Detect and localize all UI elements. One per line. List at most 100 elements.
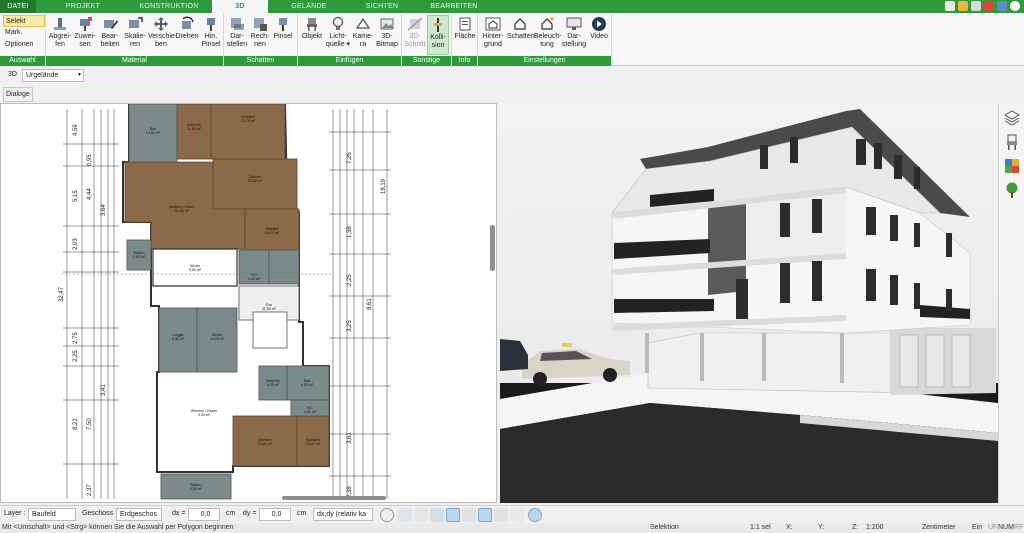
tab-gelaende[interactable]: GELÄNDE — [270, 0, 348, 13]
dim-1-38: 1,38 — [347, 226, 353, 238]
plane-icon[interactable] — [478, 508, 492, 522]
brush-icon — [76, 16, 94, 32]
3d-view[interactable] — [500, 103, 998, 503]
save-icon[interactable] — [971, 1, 981, 11]
video-button[interactable]: Video — [588, 15, 610, 55]
pin-icon[interactable] — [548, 508, 562, 522]
view-icon[interactable] — [997, 1, 1007, 11]
drehen-button[interactable]: Drehen — [175, 15, 199, 55]
plan-horizontal-scrollbar[interactable] — [282, 496, 386, 500]
right-dimension-lines — [332, 109, 388, 499]
tab-datei[interactable]: DATEI — [0, 0, 36, 13]
status-selektion: Selektion — [650, 524, 679, 531]
mode-label: 3D — [8, 71, 17, 78]
dy-input[interactable]: 0,0 — [259, 508, 291, 521]
plan-vertical-scrollbar[interactable] — [490, 225, 495, 271]
layer-select[interactable]: Baufeld — [28, 508, 76, 521]
darstellung-button[interactable]: Dar- stellung — [561, 15, 587, 55]
help-icon[interactable] — [1010, 1, 1020, 11]
undo-icon[interactable] — [958, 1, 968, 11]
svg-text:6,36 m²: 6,36 m² — [172, 337, 185, 341]
kamera-button[interactable]: Kame- ra — [352, 15, 374, 55]
move-icon — [152, 16, 170, 32]
tab-bearbeiten[interactable]: BEARBEITEN — [416, 0, 492, 13]
clock-icon[interactable] — [380, 508, 394, 522]
hin-pinsel-button[interactable]: Hin. Pinsel — [200, 15, 222, 55]
terrain-select[interactable]: Urgelände ▾ — [22, 69, 84, 82]
play-icon — [590, 16, 608, 32]
bitmap-icon — [378, 16, 396, 32]
verschieben-button[interactable]: Verschie- ben — [148, 15, 177, 55]
folder-icon[interactable] — [494, 508, 508, 522]
dim-4-59: 4,59 — [73, 124, 79, 136]
mark-button[interactable]: Mark. — [3, 27, 45, 39]
display-icon[interactable] — [398, 508, 412, 522]
dim-8-22: 8,22 — [73, 418, 79, 430]
schatten-pinsel-button[interactable]: Pinsel — [272, 15, 294, 55]
house-shadow-icon — [511, 16, 529, 32]
tab-konstruktion[interactable]: KONSTRUKTION — [126, 0, 212, 13]
geschoss-select[interactable]: Erdgeschos — [116, 508, 162, 521]
tab-3d[interactable]: 3D — [212, 0, 268, 13]
grid-icon[interactable] — [510, 508, 524, 522]
scale-icon — [126, 16, 144, 32]
zuweisen-button[interactable]: Zuwei- sen — [73, 15, 97, 55]
ribbon: Selekt Mark. Optionen Auswahl Abgrei- fe… — [0, 13, 1024, 66]
coordinate-mode-select[interactable]: dx,dy (relativ ka — [313, 508, 373, 521]
chair-catalog-icon[interactable] — [1003, 133, 1021, 151]
status-rf: RF — [1014, 524, 1024, 531]
tab-sichten[interactable]: SICHTEN — [348, 0, 416, 13]
lichtquelle-button[interactable]: Licht- quelle ▾ — [325, 15, 351, 55]
selekt-button[interactable]: Selekt — [3, 15, 45, 27]
group-label-sonstige: Sonstige — [402, 56, 451, 66]
optionen-button[interactable]: Optionen — [3, 39, 45, 51]
schatten-settings-button[interactable]: Schatten — [507, 15, 535, 55]
snap-icon[interactable] — [430, 508, 444, 522]
status-sel-count: 1:1 sel — [750, 524, 771, 531]
3d-schnitt-button[interactable]: 3D- Schnitt — [404, 15, 426, 55]
status-hint: Mit <Umschalt> und <Strg> können Sie die… — [2, 524, 234, 531]
monitor-icon — [565, 16, 583, 32]
materials-icon[interactable] — [1003, 157, 1021, 175]
schatten-rechnen-button[interactable]: Rech- nen — [249, 15, 271, 55]
skalieren-button[interactable]: Skalie- ren — [123, 15, 147, 55]
line-snap-icon[interactable] — [446, 508, 460, 522]
dim-2-25: 2,25 — [73, 350, 79, 362]
house-light-icon — [538, 16, 556, 32]
rooms-light — [238, 285, 300, 349]
dim-2-25-r: 2,25 — [347, 274, 353, 286]
background-house-icon — [484, 16, 502, 32]
flaeche-button[interactable]: Fläche — [454, 15, 476, 55]
print-icon[interactable] — [414, 508, 428, 522]
svg-text:22,03 m²: 22,03 m² — [248, 179, 263, 183]
group-einfuegen: Objekt Licht- quelle ▾ Kame- ra 3D- Bitm… — [298, 13, 402, 66]
window-controls — [945, 1, 1020, 12]
schatten-darstellen-button[interactable]: Dar- stellen — [226, 15, 248, 55]
abgreifen-button[interactable]: Abgrei- fen — [48, 15, 72, 55]
layers-icon[interactable] — [1003, 109, 1021, 127]
dx-input[interactable]: 0,0 — [188, 508, 220, 521]
svg-text:10,07 m²: 10,07 m² — [306, 442, 321, 446]
wave-icon[interactable] — [462, 508, 476, 522]
dim-5-15: 5,15 — [73, 190, 79, 202]
dim-7-26: 7,26 — [347, 152, 353, 164]
kollision-button[interactable]: Kolli- sion — [427, 15, 449, 55]
tree-icon[interactable] — [1003, 181, 1021, 199]
floor-plan-view[interactable]: Bad 14,02 m² Ankleide 11,88 m² Schlafen 22,… — [0, 103, 497, 503]
bearbeiten-button[interactable]: Bear- beiten — [98, 15, 122, 55]
3d-bitmap-button[interactable]: 3D- Bitmap — [375, 15, 399, 55]
beleuchtung-button[interactable]: Beleuch- tung — [534, 15, 562, 55]
objekt-button[interactable]: Objekt — [300, 15, 324, 55]
group-label-einstellungen: Einstellungen — [478, 56, 611, 66]
minimize-icon[interactable] — [945, 1, 955, 11]
group-sonstige: 3D- Schnitt Kolli- sion Sonstige — [402, 13, 452, 66]
dialoge-button[interactable]: Dialoge — [3, 87, 33, 102]
group-material: Abgrei- fen Zuwei- sen Bear- beiten Skal… — [46, 13, 224, 66]
north-icon[interactable] — [528, 508, 542, 522]
tab-projekt[interactable]: PROJEKT — [40, 0, 126, 13]
left-dimension-lines — [66, 109, 115, 499]
svg-text:5,59 m²: 5,59 m² — [190, 487, 203, 491]
close-app-icon[interactable] — [984, 1, 994, 11]
group-label-material: Material — [46, 56, 223, 66]
hintergrund-button[interactable]: Hinter- grund — [480, 15, 506, 55]
